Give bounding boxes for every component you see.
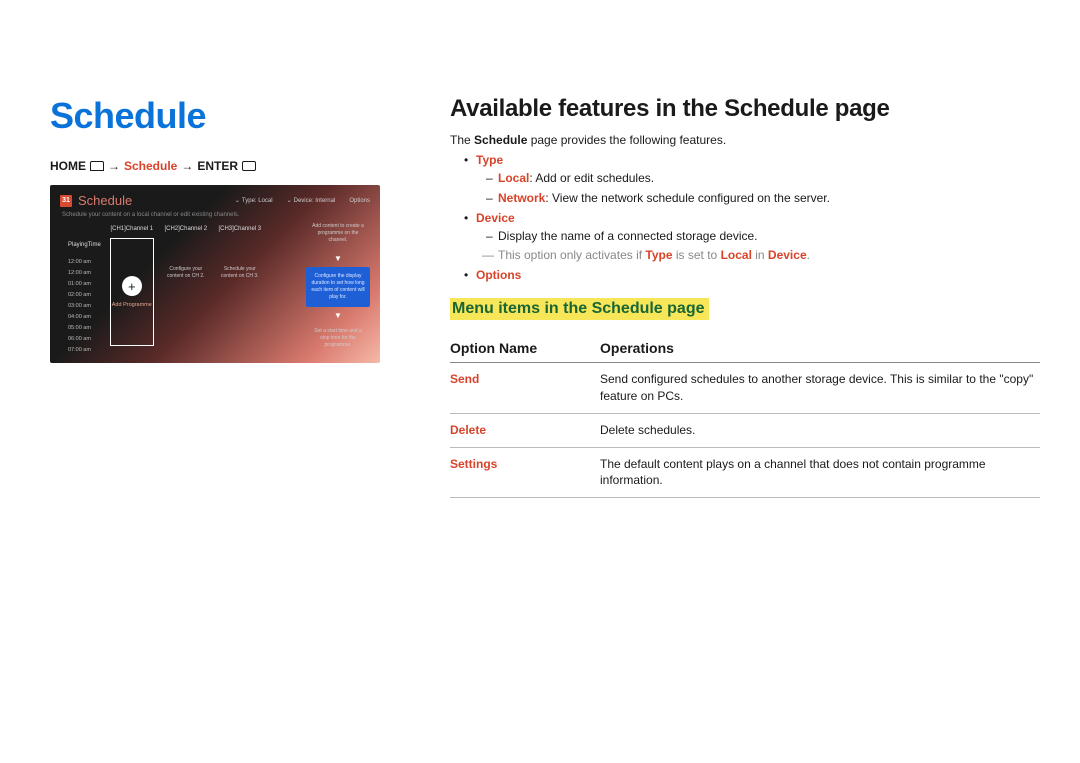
chevron-down-icon: ⌄ <box>235 197 240 204</box>
tab-type: ⌄Type: Local <box>235 197 273 204</box>
time-slot: 04:00 am <box>68 314 101 320</box>
time-slot: 02:00 am <box>68 292 101 298</box>
time-slot: 05:00 am <box>68 325 101 331</box>
breadcrumb-home: HOME <box>50 159 86 173</box>
feature-device-line1: Display the name of a connected storage … <box>476 228 1040 245</box>
subheading: Menu items in the Schedule page <box>450 298 709 320</box>
feature-type-network: Network: View the network schedule confi… <box>476 190 1040 207</box>
ch3-text: Schedule your content on CH 3. <box>217 266 263 280</box>
breadcrumb: HOME → Schedule → ENTER <box>50 159 380 173</box>
table-row: Delete Delete schedules. <box>450 413 1040 447</box>
col-ch3: [CH3]Channel 3 <box>218 226 261 232</box>
arrow-icon: → <box>108 159 120 173</box>
row-send-ops: Send configured schedules to another sto… <box>600 363 1040 414</box>
screenshot-title: Schedule <box>78 193 132 208</box>
triangle-down-icon: ▼ <box>306 311 370 320</box>
sidebar-tip-middle: Configure the display duration to set ho… <box>306 267 370 307</box>
feature-type: Type Local: Add or edit schedules. Netwo… <box>464 153 1040 207</box>
row-delete-ops: Delete schedules. <box>600 413 1040 447</box>
ch2-text: Configure your content on CH 2. <box>163 266 209 280</box>
row-settings-ops: The default content plays on a channel t… <box>600 447 1040 498</box>
enter-icon <box>242 161 256 171</box>
chevron-down-icon: ⌄ <box>287 197 292 204</box>
time-slot: 06:00 am <box>68 336 101 342</box>
menu-items-table: Option Name Operations Send Send configu… <box>450 334 1040 498</box>
tab-options: Options <box>349 198 370 204</box>
feature-device: Device Display the name of a connected s… <box>464 211 1040 265</box>
plus-icon: + <box>122 276 142 296</box>
feature-device-note: This option only activates if Type is se… <box>476 247 1040 264</box>
feature-type-local: Local: Add or edit schedules. <box>476 170 1040 187</box>
col-ch1: [CH1]Channel 1 <box>110 226 153 232</box>
breadcrumb-enter: ENTER <box>197 159 238 173</box>
col-playing-time: PlayingTime <box>68 242 101 248</box>
feature-options: Options <box>464 268 1040 282</box>
page-title: Schedule <box>50 95 380 137</box>
row-settings-name: Settings <box>450 447 600 498</box>
table-header-operations: Operations <box>600 334 1040 363</box>
home-icon <box>90 161 104 171</box>
device-screenshot: 31 Schedule ⌄Type: Local ⌄Device: Intern… <box>50 185 380 363</box>
intro-text: The Schedule page provides the following… <box>450 133 1040 147</box>
time-slot: 12:00 am <box>68 270 101 276</box>
table-row: Send Send configured schedules to anothe… <box>450 363 1040 414</box>
time-slot: 12:00 am <box>68 259 101 265</box>
row-send-name: Send <box>450 363 600 414</box>
table-header-option: Option Name <box>450 334 600 363</box>
arrow-icon: → <box>181 159 193 173</box>
breadcrumb-schedule: Schedule <box>124 159 177 173</box>
triangle-down-icon: ▼ <box>306 254 370 263</box>
add-programme-box: + Add Programme <box>110 238 154 346</box>
time-slot: 03:00 am <box>68 303 101 309</box>
sidebar-tip-top: Add content to create a programme on the… <box>306 217 370 250</box>
time-slot: 07:00 am <box>68 347 101 353</box>
tab-device: ⌄Device: Internal <box>287 197 336 204</box>
time-slot: 01:00 am <box>68 281 101 287</box>
section-heading: Available features in the Schedule page <box>450 95 1040 123</box>
add-programme-label: Add Programme <box>112 302 152 308</box>
col-ch2: [CH2]Channel 2 <box>164 226 207 232</box>
row-delete-name: Delete <box>450 413 600 447</box>
calendar-icon: 31 <box>60 195 72 207</box>
sidebar-tip-bottom: Set a start time and a stop time for the… <box>306 324 370 353</box>
table-row: Settings The default content plays on a … <box>450 447 1040 498</box>
